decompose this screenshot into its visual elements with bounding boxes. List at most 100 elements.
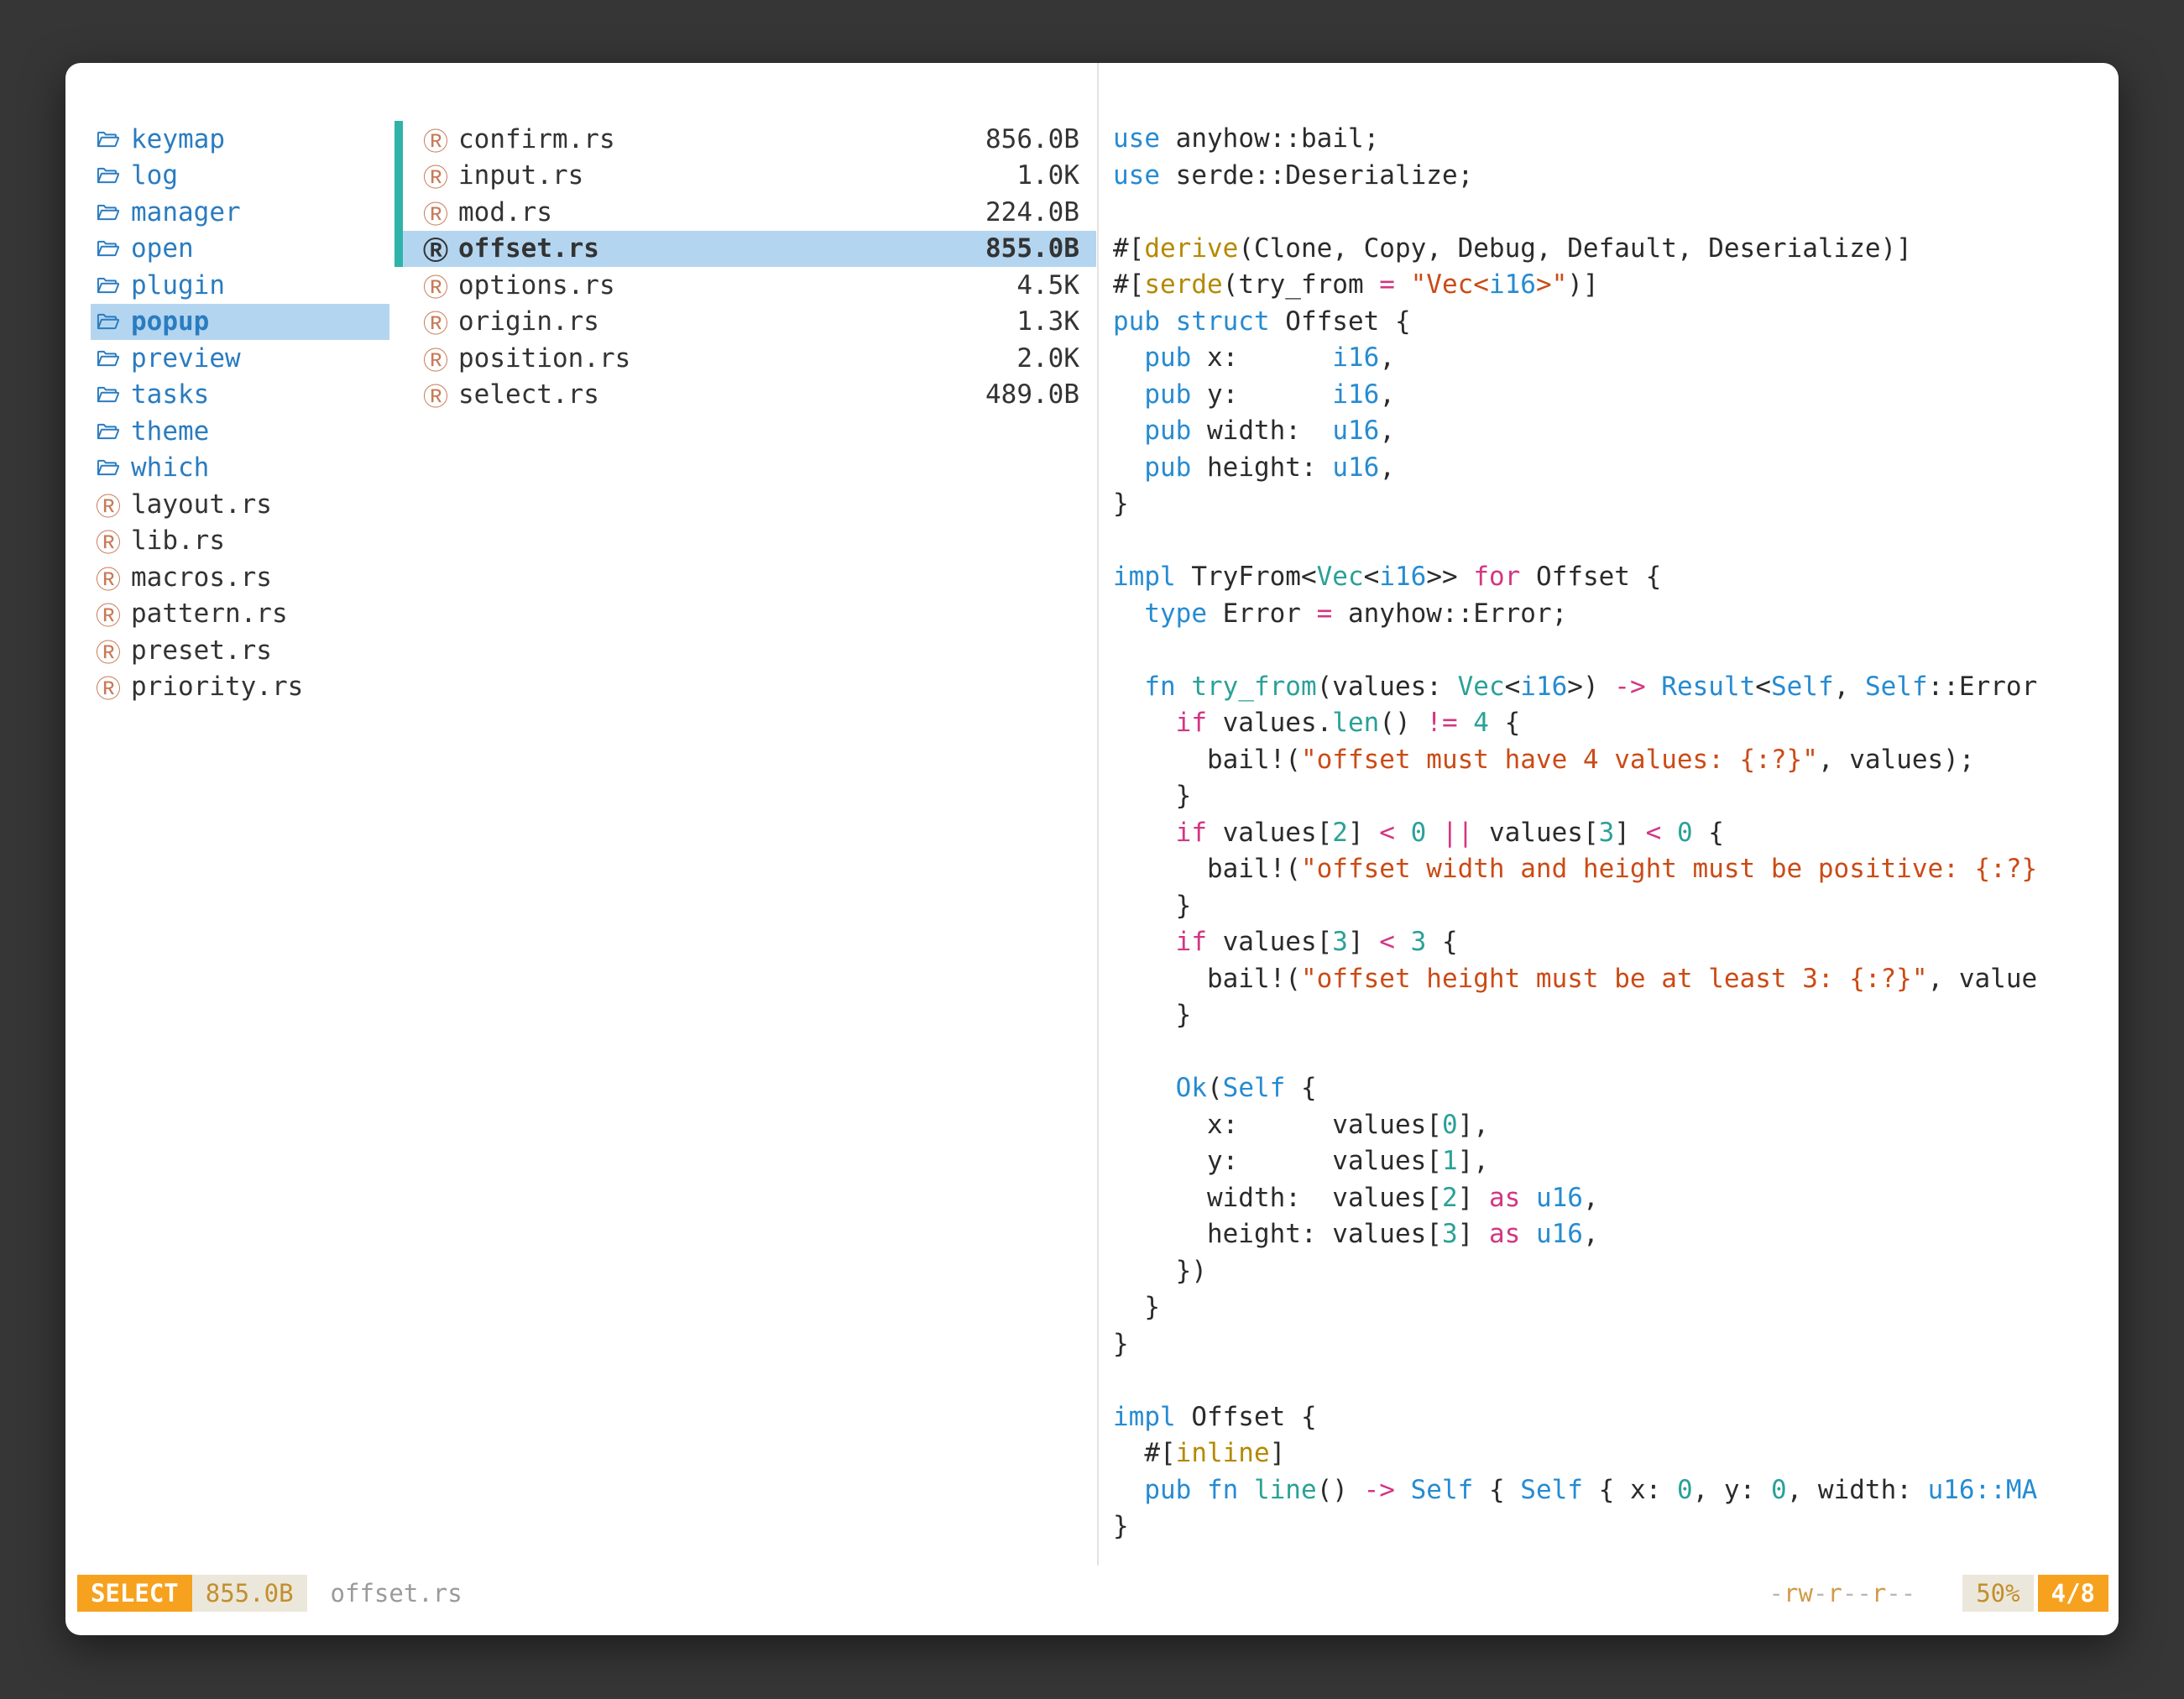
status-left: SELECT 855.0B offset.rs [77,1575,462,1612]
preview-pane: use anyhow::bail;use serde::Deserialize;… [1113,121,2112,1545]
dir-row[interactable]: theme [91,413,389,450]
dir-row[interactable]: tasks [91,377,389,414]
code-line [1113,523,2112,560]
position-badge: 4/8 [2038,1575,2108,1612]
folder-icon [96,128,131,151]
dir-row[interactable]: open [91,231,389,268]
file-row[interactable]: Ⓡpreset.rs [91,632,389,669]
status-file-name: offset.rs [331,1579,462,1608]
file-size: 855.0B [985,233,1079,264]
code-line: } [1113,486,2112,523]
code-line: if values[2] < 0 || values[3] < 0 { [1113,815,2112,852]
item-name: position.rs [458,343,1016,374]
code-line: } [1113,888,2112,925]
code-line: use serde::Deserialize; [1113,158,2112,195]
item-name: keymap [131,124,383,154]
visual-selection-bar[interactable] [394,121,403,267]
rust-file-icon: Ⓡ [423,303,458,340]
current-pane: Ⓡconfirm.rs856.0BⓇinput.rs1.0KⓇmod.rs224… [403,121,1096,413]
file-row[interactable]: Ⓡoffset.rs855.0B [403,231,1096,268]
dir-row[interactable]: popup [91,304,389,341]
code-line: pub height: u16, [1113,450,2112,487]
item-name: pattern.rs [131,599,383,629]
file-row[interactable]: Ⓡposition.rs2.0K [403,340,1096,377]
item-name: preset.rs [131,635,383,666]
code-line: width: values[2] as u16, [1113,1180,2112,1217]
item-name: layout.rs [131,489,383,520]
folder-icon [96,274,131,297]
code-line [1113,194,2112,231]
item-name: theme [131,416,383,447]
code-line [1113,1034,2112,1071]
code-line: bail!("offset height must be at least 3:… [1113,961,2112,998]
code-line: if values[3] < 3 { [1113,924,2112,961]
code-line: pub x: i16, [1113,340,2112,377]
code-line: pub width: u16, [1113,413,2112,450]
dir-row[interactable]: plugin [91,267,389,304]
folder-icon [96,164,131,187]
dir-row[interactable]: preview [91,340,389,377]
file-size: 1.3K [1016,306,1079,337]
file-row[interactable]: Ⓡpriority.rs [91,669,389,706]
code-view: use anyhow::bail;use serde::Deserialize;… [1113,121,2112,1545]
rust-file-icon: Ⓡ [423,376,458,413]
file-row[interactable]: Ⓡlib.rs [91,523,389,560]
code-line: } [1113,778,2112,815]
rust-file-icon: Ⓡ [96,559,131,596]
dir-row[interactable]: manager [91,194,389,231]
file-row[interactable]: Ⓡpattern.rs [91,596,389,633]
code-line: } [1113,997,2112,1034]
parent-pane: keymap log manager open plugin popup previewta… [91,121,389,705]
item-name: options.rs [458,270,1016,301]
item-name: macros.rs [131,562,383,593]
file-row[interactable]: Ⓡinput.rs1.0K [403,158,1096,195]
file-row[interactable]: Ⓡmod.rs224.0B [403,194,1096,231]
item-name: offset.rs [458,233,985,264]
code-line: pub fn line() -> Self { Self { x: 0, y: … [1113,1472,2112,1509]
file-manager-window: keymap log manager open plugin popup previewta… [65,63,2119,1635]
rust-file-icon: Ⓡ [423,157,458,194]
file-row[interactable]: Ⓡoptions.rs4.5K [403,267,1096,304]
item-name: origin.rs [458,306,1016,337]
item-name: manager [131,197,383,227]
code-line: y: values[1], [1113,1143,2112,1180]
folder-icon [96,456,131,479]
code-line: pub y: i16, [1113,377,2112,414]
file-row[interactable]: Ⓡorigin.rs1.3K [403,304,1096,341]
file-size: 856.0B [985,124,1079,154]
item-name: preview [131,343,383,374]
permissions: -rw-r--r-- [1769,1579,1916,1608]
file-row[interactable]: Ⓡlayout.rs [91,486,389,523]
rust-file-icon: Ⓡ [423,230,458,267]
rust-file-icon: Ⓡ [423,267,458,304]
dir-row[interactable]: log [91,158,389,195]
file-row[interactable]: Ⓡselect.rs489.0B [403,377,1096,414]
file-size: 489.0B [985,379,1079,410]
code-line: impl TryFrom<Vec<i16>> for Offset { [1113,559,2112,596]
item-name: plugin [131,270,383,301]
scroll-percent-badge: 50% [1962,1575,2033,1612]
item-name: popup [131,306,383,337]
code-line: #[derive(Clone, Copy, Debug, Default, De… [1113,231,2112,268]
code-line: #[serde(try_from = "Vec<i16>")] [1113,267,2112,304]
status-file-size: 855.0B [192,1575,307,1612]
code-line: height: values[3] as u16, [1113,1216,2112,1253]
folder-icon [96,383,131,406]
folder-icon [96,310,131,333]
folder-icon [96,347,131,370]
code-line: type Error = anyhow::Error; [1113,596,2112,633]
file-size: 4.5K [1016,270,1079,301]
dir-row[interactable]: which [91,450,389,487]
item-name: open [131,233,383,264]
dir-row[interactable]: keymap [91,121,389,158]
code-line: x: values[0], [1113,1107,2112,1144]
file-row[interactable]: Ⓡmacros.rs [91,559,389,596]
code-line: } [1113,1508,2112,1545]
item-name: log [131,160,383,191]
code-line: } [1113,1289,2112,1326]
status-bar: SELECT 855.0B offset.rs -rw-r--r-- 50% 4… [77,1575,2108,1612]
rust-file-icon: Ⓡ [423,121,458,158]
file-size: 224.0B [985,197,1079,227]
mode-badge: SELECT [77,1575,192,1612]
file-row[interactable]: Ⓡconfirm.rs856.0B [403,121,1096,158]
